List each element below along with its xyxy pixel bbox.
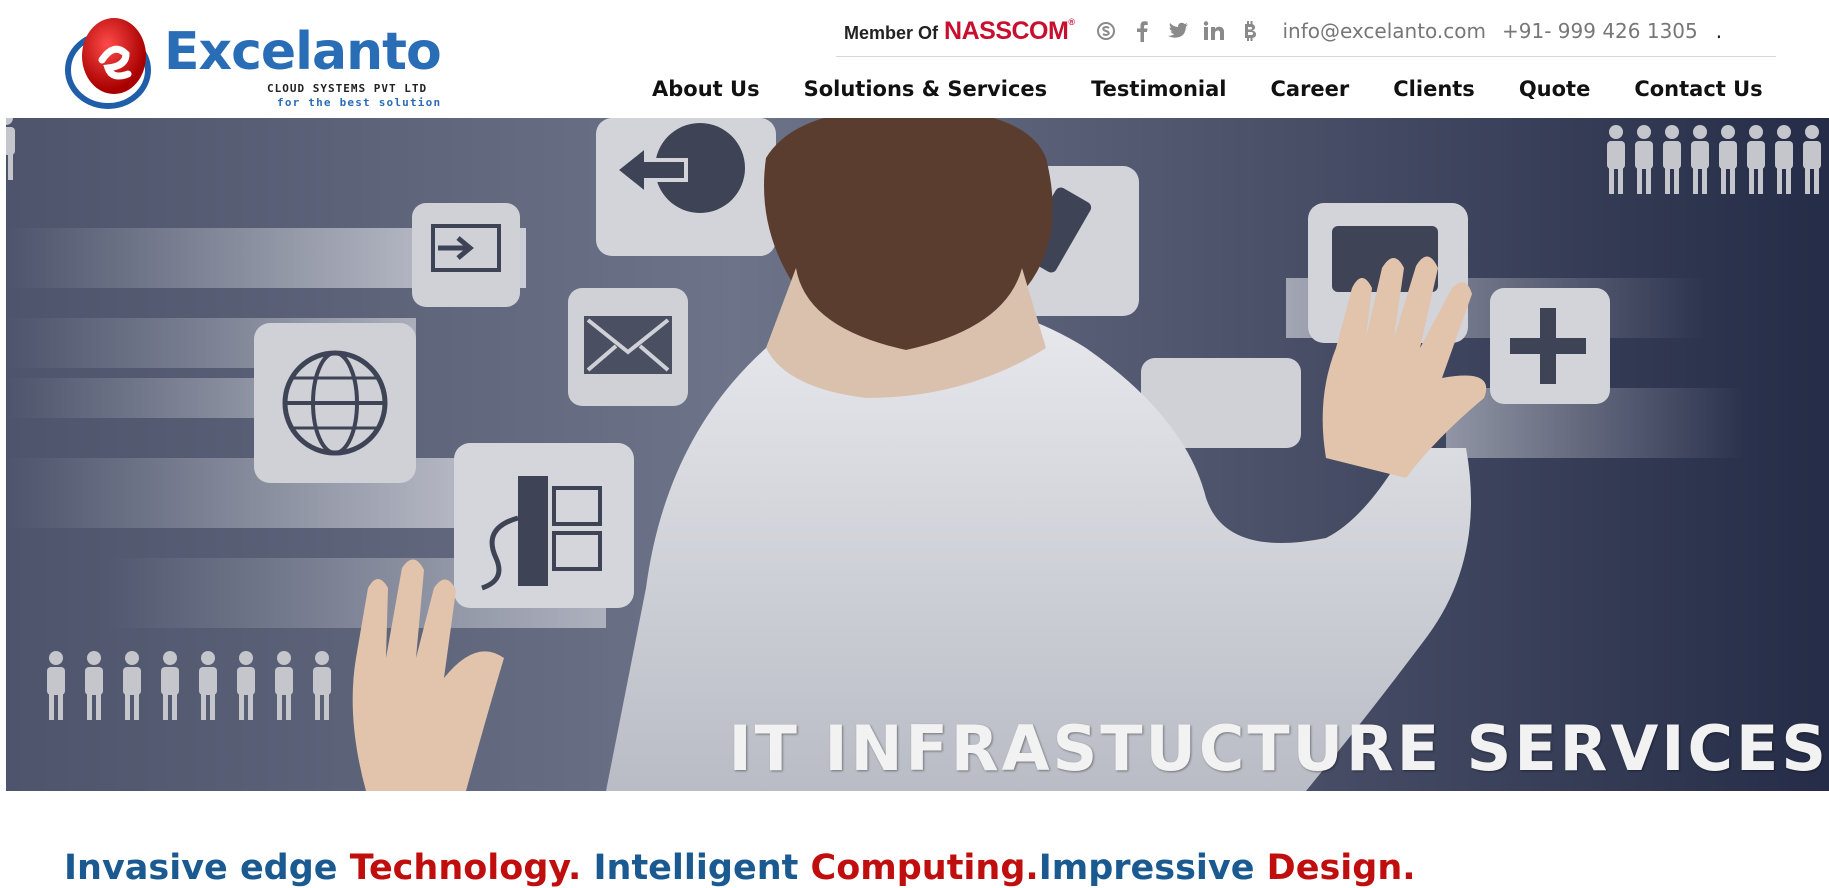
tagline: Invasive edge Technology. Intelligent Co…: [64, 848, 1416, 888]
registered-mark: ®: [1068, 16, 1075, 27]
nasscom-logo: NASSCOM®: [944, 16, 1075, 46]
hero-title: IT INFRASTUCTURE SERVICES: [728, 712, 1829, 785]
nav-quote[interactable]: Quote: [1519, 77, 1591, 101]
tagline-part-3: Intelligent: [593, 848, 811, 888]
nasscom-text: NASSCOM: [944, 16, 1069, 45]
hero-image: [6, 118, 1829, 791]
logo-mark-icon: [65, 18, 151, 109]
tagline-part-1: Invasive edge: [64, 848, 350, 888]
main-nav: About Us Solutions & Services Testimonia…: [630, 70, 1763, 108]
site-header: Excelanto CLOUD SYSTEMS PVT LTD for the …: [0, 0, 1829, 118]
skype-icon[interactable]: [1088, 16, 1124, 46]
tagline-part-5: Impressive: [1038, 848, 1267, 888]
phone-link[interactable]: +91- 999 426 1305: [1502, 19, 1698, 43]
facebook-icon[interactable]: [1124, 16, 1160, 46]
twitter-icon[interactable]: [1160, 16, 1196, 46]
nav-solutions-services[interactable]: Solutions & Services: [804, 77, 1048, 101]
logo-wordmark: Excelanto: [164, 22, 442, 82]
nav-testimonial[interactable]: Testimonial: [1091, 77, 1226, 101]
tagline-part-6: Design.: [1266, 848, 1416, 888]
tagline-part-2: Technology.: [349, 848, 594, 888]
top-bar-divider: [836, 56, 1776, 57]
logo-subtitle: CLOUD SYSTEMS PVT LTD: [267, 82, 428, 95]
bitcoin-icon[interactable]: [1232, 16, 1268, 46]
nav-contact-us[interactable]: Contact Us: [1634, 77, 1762, 101]
topbar-trailing-dot: .: [1715, 19, 1723, 43]
top-bar: Member Of NASSCOM® info@excelanto.com +9…: [836, 14, 1722, 48]
social-links: [1088, 16, 1268, 46]
logo-tagline: for the best solution: [277, 96, 442, 109]
nav-about-us[interactable]: About Us: [652, 77, 760, 101]
linkedin-icon[interactable]: [1196, 16, 1232, 46]
hero-banner[interactable]: IT INFRASTUCTURE SERVICES: [6, 118, 1829, 791]
email-link[interactable]: info@excelanto.com: [1282, 19, 1486, 43]
member-of-label: Member Of: [844, 22, 939, 43]
nav-career[interactable]: Career: [1270, 77, 1349, 101]
logo[interactable]: Excelanto CLOUD SYSTEMS PVT LTD for the …: [64, 14, 454, 112]
tagline-part-4: Computing.: [810, 848, 1039, 888]
nav-clients[interactable]: Clients: [1393, 77, 1475, 101]
nasscom-membership[interactable]: Member Of NASSCOM®: [844, 16, 1075, 46]
